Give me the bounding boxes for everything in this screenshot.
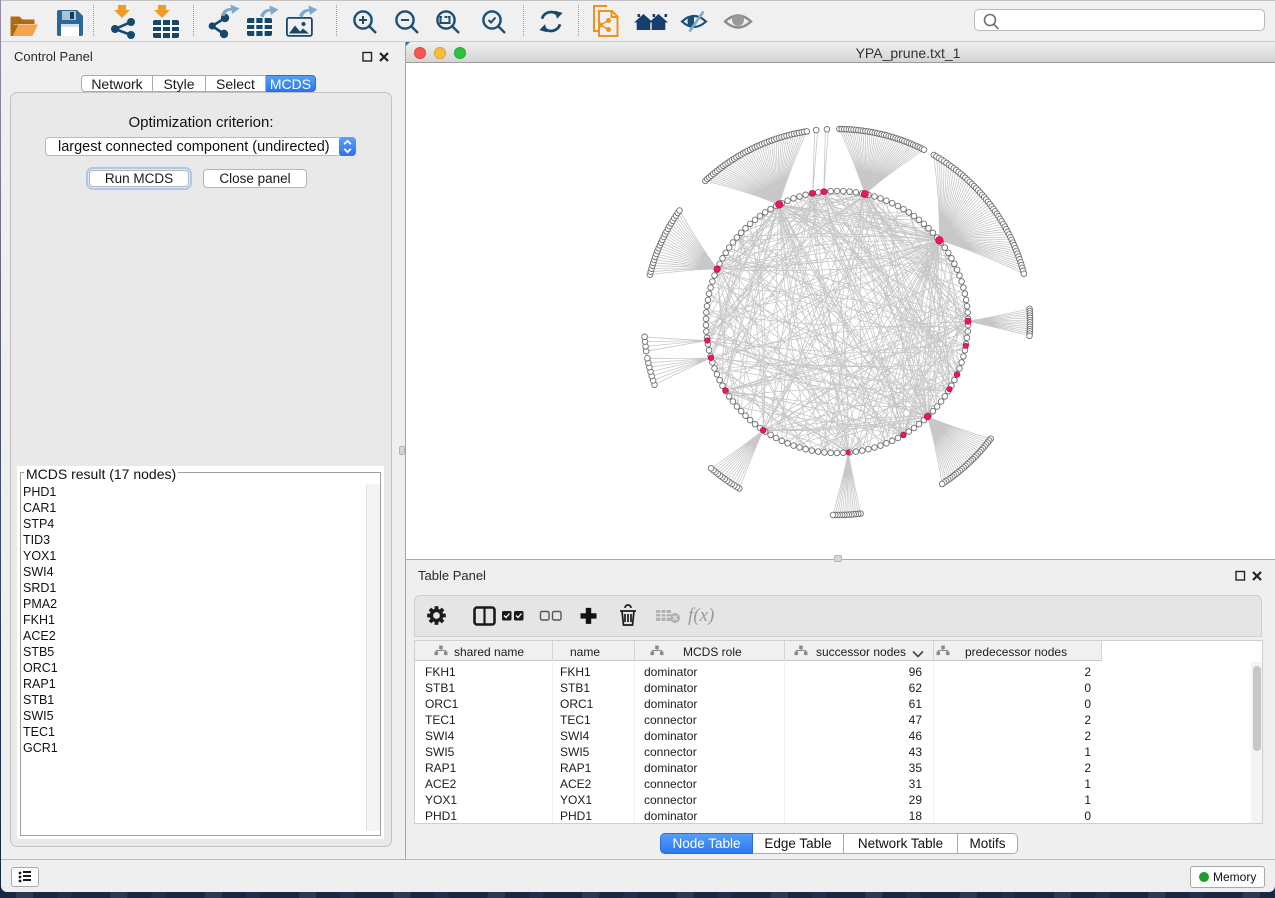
- svg-text:f(x): f(x): [688, 605, 714, 626]
